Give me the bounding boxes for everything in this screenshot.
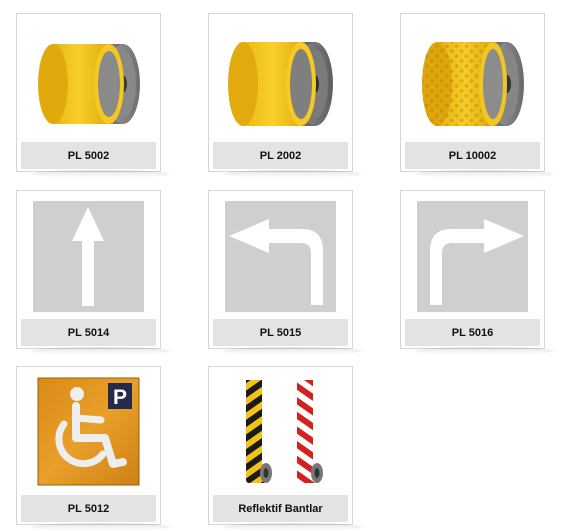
- straight-arrow-icon: [33, 201, 144, 312]
- yellow-tape-roll-image: [38, 44, 140, 124]
- product-label: PL 5014: [21, 319, 156, 346]
- parking-letter: P: [113, 386, 127, 409]
- product-card-pl-2002[interactable]: PL 2002: [208, 13, 362, 178]
- product-label: PL 5012: [21, 495, 156, 522]
- product-card-pl-5002[interactable]: PL 5002: [16, 13, 170, 178]
- product-label: PL 5015: [213, 319, 348, 346]
- product-card-pl-5016[interactable]: PL 5016: [400, 190, 554, 355]
- yellow-tape-roll-image: [228, 42, 333, 126]
- product-card-pl-5012[interactable]: P PL 5012: [16, 366, 170, 531]
- product-label: PL 5016: [405, 319, 540, 346]
- product-card-pl-5014[interactable]: PL 5014: [16, 190, 170, 355]
- product-card-reflektif-bantlar[interactable]: Reflektif Bantlar: [208, 366, 362, 531]
- product-card-pl-10002[interactable]: PL 10002: [400, 13, 554, 178]
- product-card-pl-5015[interactable]: PL 5015: [208, 190, 362, 355]
- reflective-tape-image: [246, 380, 323, 483]
- product-label: PL 10002: [405, 142, 540, 169]
- left-turn-arrow-icon: [225, 201, 336, 312]
- product-label: PL 5002: [21, 142, 156, 169]
- textured-yellow-tape-roll-image: [422, 42, 524, 126]
- wheelchair-parking-icon: P: [37, 377, 140, 486]
- product-label: PL 2002: [213, 142, 348, 169]
- product-label: Reflektif Bantlar: [213, 495, 348, 522]
- right-turn-arrow-icon: [417, 201, 528, 312]
